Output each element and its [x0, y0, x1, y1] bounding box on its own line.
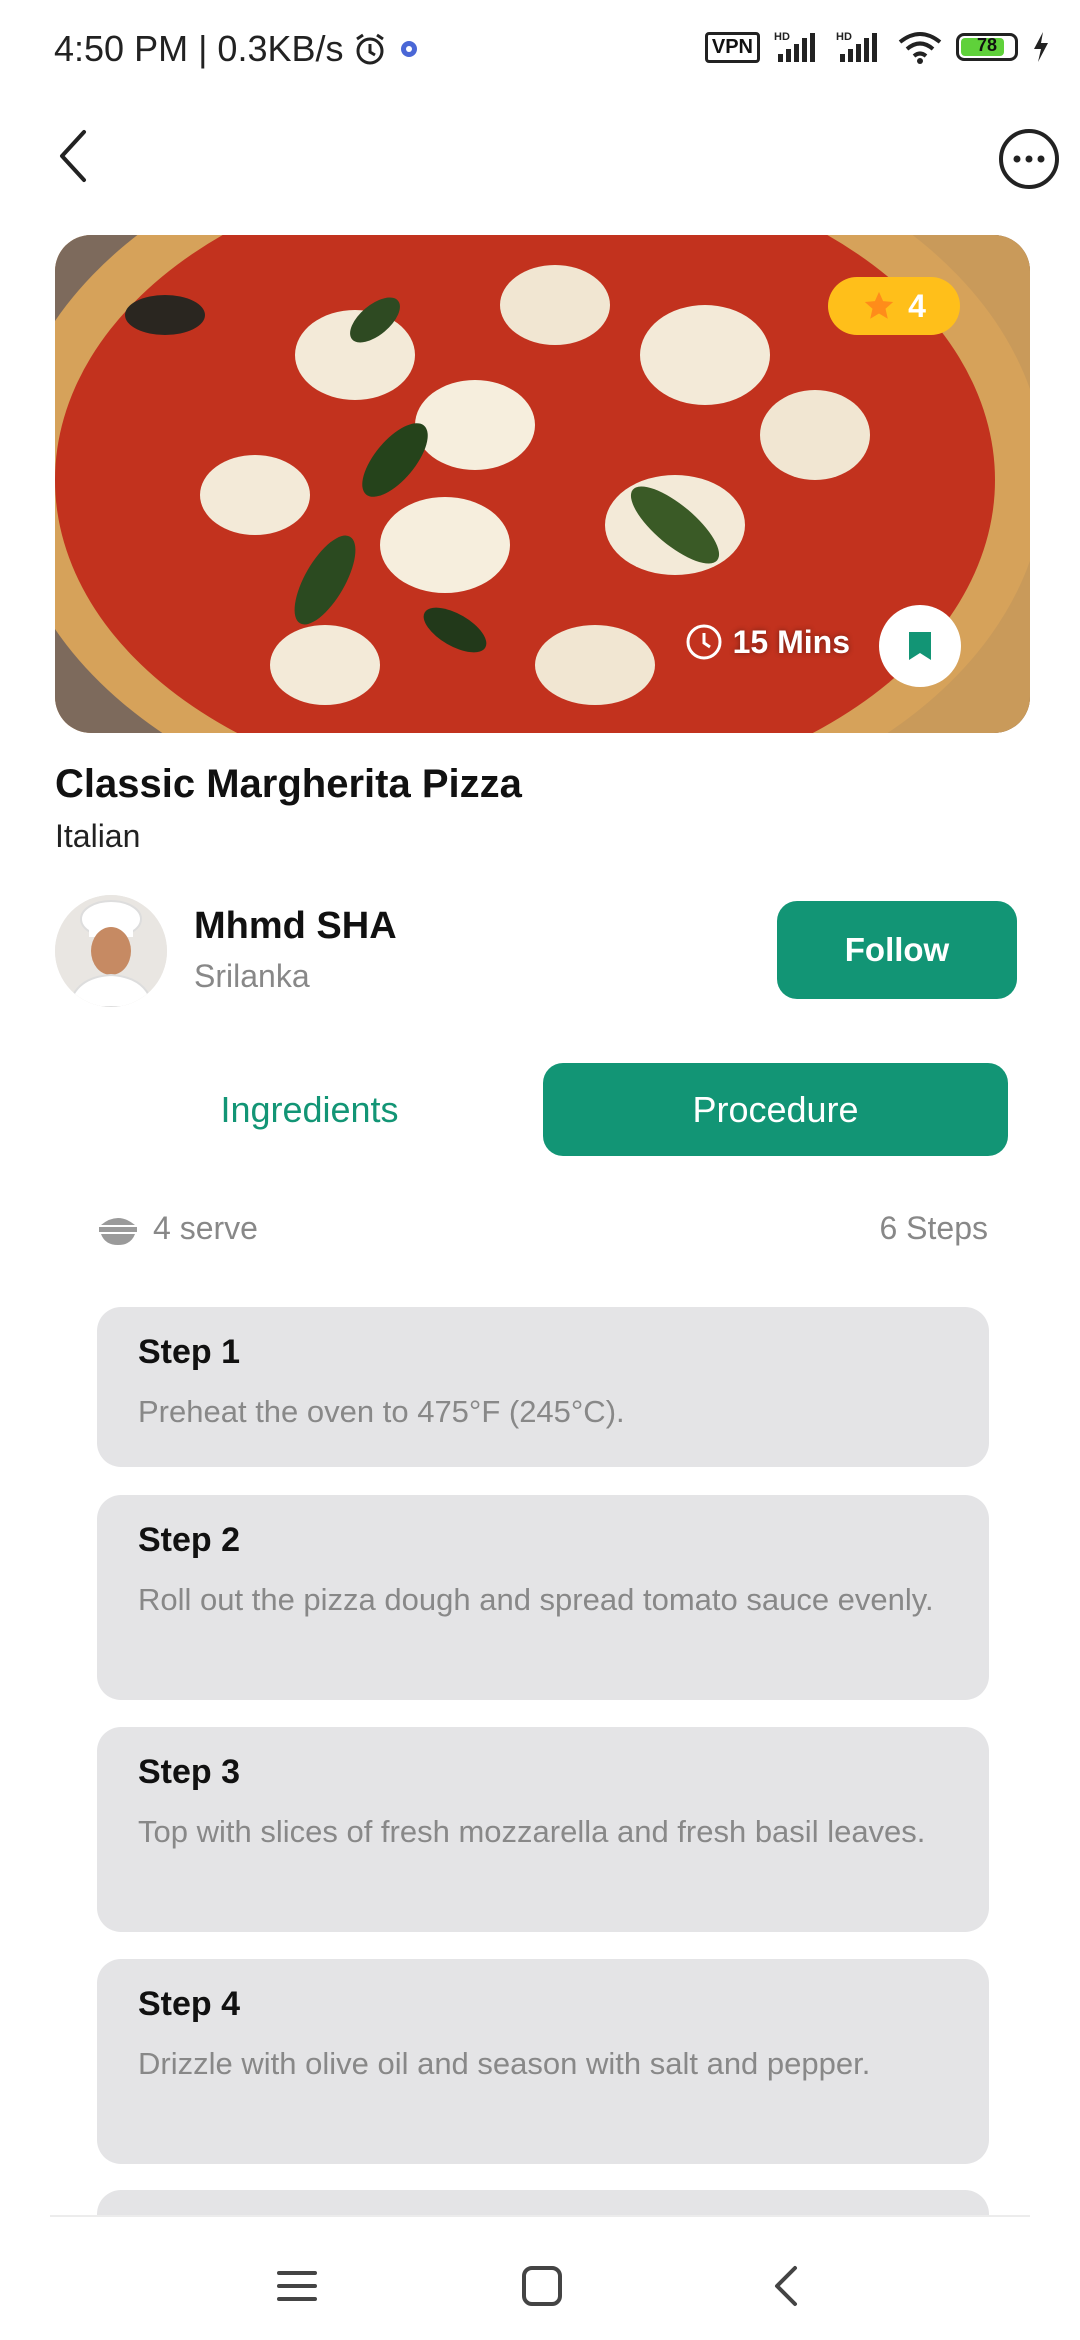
- tab-ingredients[interactable]: Ingredients: [77, 1063, 542, 1156]
- signal-hd-icon: HD: [774, 31, 815, 62]
- step-card-4[interactable]: Step 4 Drizzle with olive oil and season…: [97, 1959, 989, 2164]
- nav-back-icon: [775, 2266, 797, 2306]
- wifi-icon: [898, 32, 942, 64]
- recipe-title: Classic Margherita Pizza: [55, 762, 522, 806]
- author-location: Srilanka: [194, 958, 310, 994]
- recipe-image: 4 15 Mins: [55, 235, 1030, 733]
- more-options-icon: [999, 129, 1059, 189]
- follow-button[interactable]: Follow: [777, 901, 1017, 999]
- serving-bowl-icon: [99, 1217, 137, 1245]
- step-text: Drizzle with olive oil and season with s…: [138, 2046, 871, 2081]
- home-square-icon: [522, 2266, 562, 2306]
- author-name: Mhmd SHA: [194, 905, 397, 947]
- status-right: VPN HD HD 78: [704, 30, 1050, 64]
- recipe-cuisine: Italian: [55, 818, 141, 854]
- svg-text:HD: HD: [836, 31, 852, 43]
- nav-menu-button[interactable]: [267, 2256, 327, 2316]
- nav-home-button[interactable]: [512, 2256, 572, 2316]
- alarm-icon: [355, 33, 384, 65]
- cook-time-text: 15 Mins: [732, 623, 850, 660]
- charging-icon: [1034, 32, 1048, 62]
- status-time-text: 4:50 PM | 0.3KB/s: [54, 28, 344, 69]
- bookmark-icon: [909, 632, 931, 660]
- step-card-1[interactable]: Step 1 Preheat the oven to 475°F (245°C)…: [97, 1307, 989, 1467]
- svg-text:HD: HD: [774, 31, 790, 43]
- bookmark-button[interactable]: [879, 605, 961, 687]
- rating-value: 4: [908, 287, 926, 324]
- status-bar: 4:50 PM | 0.3KB/s VPN HD HD 78: [0, 0, 1080, 100]
- cook-time: 15 Mins: [685, 623, 850, 661]
- step-text: Preheat the oven to 475°F (245°C).: [138, 1394, 625, 1429]
- chef-avatar-image: [55, 895, 167, 1007]
- step-title: Step 3: [138, 1753, 241, 1791]
- serves-info: 4 serve: [97, 1210, 258, 1247]
- menu-icon: [277, 2271, 317, 2301]
- status-time: 4:50 PM | 0.3KB/s: [54, 28, 422, 70]
- serves-text: 4 serve: [153, 1210, 258, 1246]
- tab-procedure[interactable]: Procedure: [543, 1063, 1008, 1156]
- step-title: Step 1: [138, 1333, 241, 1371]
- nav-back-button[interactable]: [757, 2256, 817, 2316]
- settings-dot-icon: [400, 41, 417, 57]
- step-text: Roll out the pizza dough and spread toma…: [138, 1582, 934, 1617]
- chevron-left-icon: [60, 130, 86, 182]
- step-title: Step 4: [138, 1985, 241, 2023]
- battery-level: 78: [976, 35, 998, 55]
- steps-count: 6 Steps: [879, 1210, 988, 1246]
- clock-icon: [686, 624, 722, 660]
- star-icon: [864, 291, 894, 319]
- step-card-2[interactable]: Step 2 Roll out the pizza dough and spre…: [97, 1495, 989, 1700]
- vpn-badge: VPN: [704, 31, 760, 63]
- more-options-button[interactable]: [996, 126, 1062, 192]
- step-title: Step 2: [138, 1521, 241, 1559]
- divider: [50, 2215, 1030, 2217]
- step-text: Top with slices of fresh mozzarella and …: [138, 1814, 926, 1849]
- rating-badge: 4: [828, 277, 960, 335]
- back-button[interactable]: [52, 126, 112, 186]
- avatar[interactable]: [55, 895, 167, 1007]
- signal-hd-icon: HD: [836, 31, 877, 62]
- step-card-3[interactable]: Step 3 Top with slices of fresh mozzarel…: [97, 1727, 989, 1932]
- battery-icon: 78: [956, 33, 1018, 61]
